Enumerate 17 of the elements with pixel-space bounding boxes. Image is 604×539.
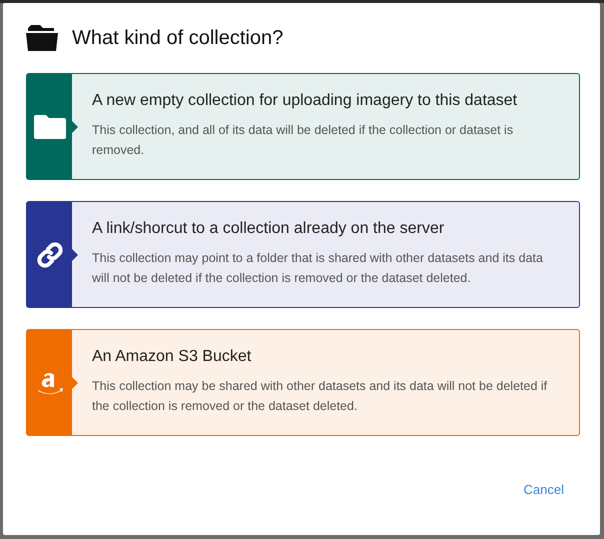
option-description: This collection may be shared with other datasets and its data will not be deleted if the collection is removed or the dataset deleted.	[92, 378, 548, 415]
link-icon	[34, 240, 64, 270]
folder-icon	[34, 114, 66, 138]
option-card[interactable]	[26, 201, 580, 308]
option-title: A link/shorcut to a collection already on the server	[92, 220, 446, 238]
pointer-triangle-icon	[72, 376, 78, 388]
option-title: A new empty collection for uploading imagery to this dataset	[92, 92, 518, 110]
option-title: An Amazon S3 Bucket	[92, 348, 252, 366]
pointer-triangle-icon	[72, 248, 78, 260]
option-description: This collection, and all of its data will be deleted if the collection or dataset is removed.	[92, 122, 514, 159]
folder-icon	[26, 25, 58, 51]
option-card[interactable]: A new empty collection for uploading imagery to this dataset This collection, and all of its data will be deleted if the collection or dataset is removed.	[26, 73, 580, 180]
option-description: This collection may point to a folder that is shared with other datasets and its data will not be deleted if the collection is removed or the dataset deleted.	[92, 250, 544, 287]
pointer-triangle-icon	[72, 120, 78, 132]
dialog-title: What kind of collection?	[72, 26, 284, 50]
option-card[interactable]: An Amazon S3 Bucket This collection may be shared with other datasets and its data will not be deleted if the collection is removed or the dataset deleted.	[26, 329, 580, 436]
cancel-button[interactable]: Cancel	[508, 476, 580, 503]
